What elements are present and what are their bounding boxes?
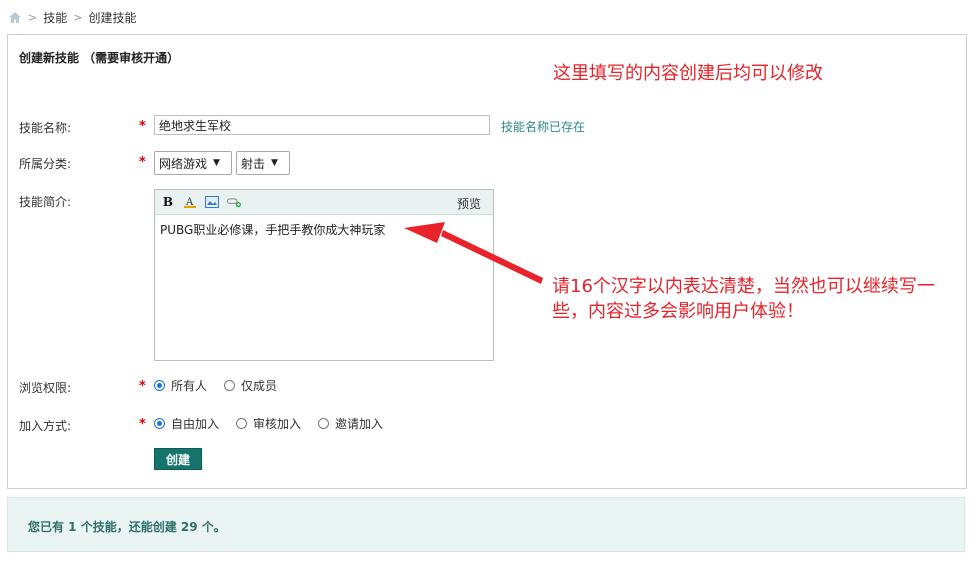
bold-icon[interactable]: B xyxy=(161,195,175,209)
intro-label: 技能简介: xyxy=(19,195,72,209)
visibility-option-members[interactable]: 仅成员 xyxy=(224,377,277,394)
category-primary-value: 网络游戏 xyxy=(159,156,208,171)
visibility-radio-group: 所有人 仅成员 xyxy=(154,377,294,394)
editor-toolbar: B A 预览 xyxy=(155,190,493,215)
create-skill-panel: 创建新技能 （需要审核开通） 这里填写的内容创建后均可以修改 技能名称: * 技… xyxy=(7,34,967,489)
radio-unselected[interactable] xyxy=(224,380,236,391)
preview-button[interactable]: 预览 xyxy=(457,195,481,212)
required-mark: * xyxy=(139,379,146,394)
chevron-down-icon: ▼ xyxy=(213,158,220,168)
skill-name-label: 技能名称: xyxy=(19,121,72,135)
visibility-option-everyone[interactable]: 所有人 xyxy=(154,377,207,394)
join-option-invite[interactable]: 邀请加入 xyxy=(318,415,383,432)
intro-textarea[interactable]: PUBG职业必修课，手把手教你成大神玩家 xyxy=(155,215,493,244)
join-option-review[interactable]: 审核加入 xyxy=(236,415,301,432)
breadcrumb: > 技能 > 创建技能 xyxy=(8,8,136,26)
radio-selected[interactable] xyxy=(154,418,165,429)
radio-unselected[interactable] xyxy=(236,418,248,429)
required-mark: * xyxy=(139,417,146,432)
skill-name-hint: 技能名称已存在 xyxy=(501,120,586,134)
quota-text: 您已有 1 个技能，还能创建 29 个。 xyxy=(28,520,226,534)
breadcrumb-item-skills[interactable]: 技能 xyxy=(43,9,67,26)
create-button[interactable]: 创建 xyxy=(154,448,202,470)
breadcrumb-item-create: 创建技能 xyxy=(88,10,137,25)
breadcrumb-separator: > xyxy=(28,10,38,24)
top-annotation: 这里填写的内容创建后均可以修改 xyxy=(553,63,823,84)
category-label: 所属分类: xyxy=(19,157,72,171)
visibility-label: 浏览权限: xyxy=(19,381,72,395)
image-icon[interactable] xyxy=(205,195,219,209)
category-secondary-value: 射击 xyxy=(241,156,266,171)
category-secondary-select[interactable]: 射击 ▼ xyxy=(236,151,290,175)
required-mark: * xyxy=(139,119,146,134)
required-mark: * xyxy=(139,155,146,170)
intro-editor: B A 预览 PUBG职业必修课，手把手教你成大神玩家 xyxy=(154,189,494,361)
insert-link-icon[interactable] xyxy=(227,195,241,209)
mid-annotation: 请16个汉字以内表达清楚，当然也可以继续写一些，内容过多会影响用户体验！ xyxy=(552,276,935,322)
join-option-free[interactable]: 自由加入 xyxy=(154,415,219,432)
radio-unselected[interactable] xyxy=(318,418,330,429)
quota-footer: 您已有 1 个技能，还能创建 29 个。 xyxy=(7,497,965,552)
category-primary-select[interactable]: 网络游戏 ▼ xyxy=(154,151,232,175)
font-color-icon[interactable]: A xyxy=(183,195,197,209)
breadcrumb-separator: > xyxy=(73,10,83,24)
skill-name-input[interactable] xyxy=(154,115,490,135)
panel-title: 创建新技能 （需要审核开通） xyxy=(19,51,180,65)
radio-selected[interactable] xyxy=(154,380,165,391)
join-method-label: 加入方式: xyxy=(19,419,72,433)
join-radio-group: 自由加入 审核加入 邀请加入 xyxy=(154,415,400,432)
chevron-down-icon: ▼ xyxy=(271,158,278,168)
home-icon[interactable] xyxy=(8,11,22,24)
